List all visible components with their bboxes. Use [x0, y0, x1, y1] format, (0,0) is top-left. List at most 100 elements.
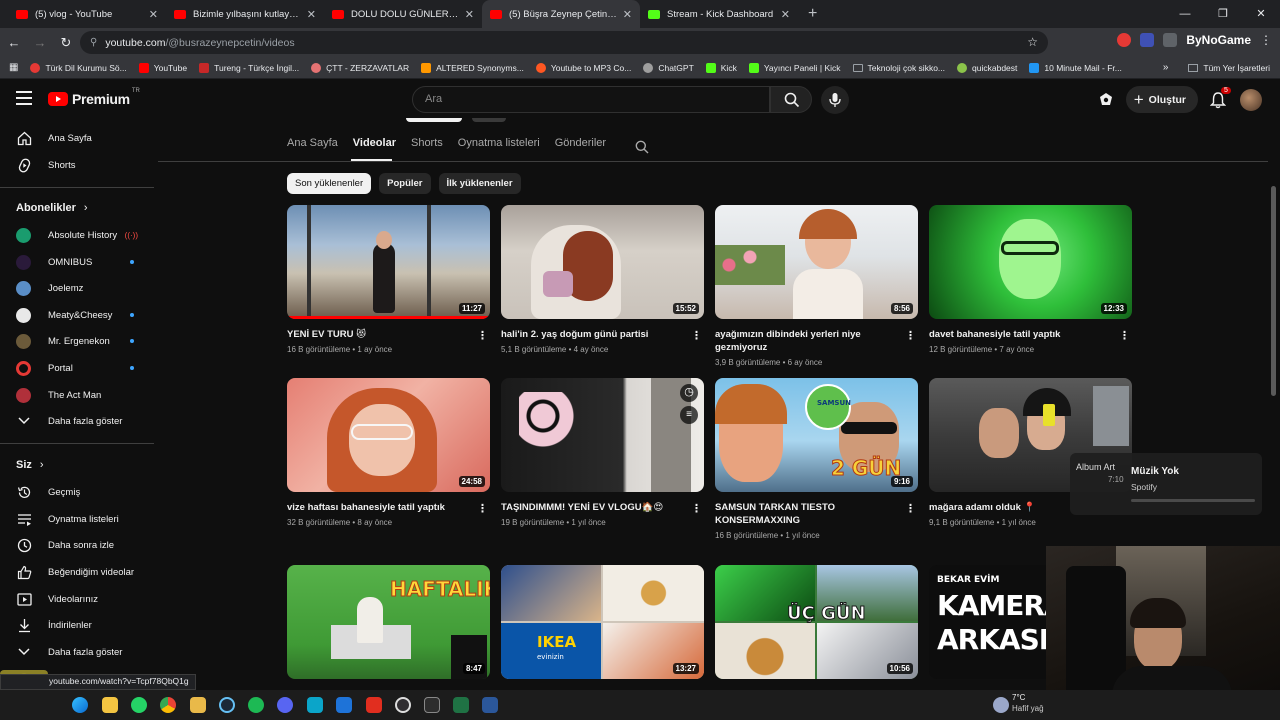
sidebar-item-shorts[interactable]: Shorts [16, 152, 146, 178]
video-title[interactable]: YENİ EV TURU 😻 [287, 328, 490, 341]
you-header[interactable]: Siz › [16, 459, 44, 471]
video-card[interactable]: 15:52 hali'in 2. yaş doğum günü partisi … [501, 205, 704, 354]
bookmark-item[interactable]: Türk Dil Kurumu Sö... [30, 62, 127, 73]
folder-icon[interactable] [190, 697, 206, 713]
video-title[interactable]: vize haftası bahanesiyle tatil yaptık [287, 501, 490, 514]
show-more-subscriptions[interactable]: Daha fazla göster [16, 408, 146, 434]
video-thumbnail[interactable]: 15:52 [501, 205, 704, 319]
sidebar-item-history[interactable]: Geçmiş [16, 479, 146, 505]
whatsapp-icon[interactable] [131, 697, 147, 713]
chip-oldest[interactable]: İlk yüklenenler [438, 173, 521, 194]
subscriptions-header[interactable]: Abonelikler › [16, 202, 88, 214]
more-actions-icon[interactable]: ⋮ [691, 329, 702, 342]
menu-dots-icon[interactable]: ⋮ [1260, 33, 1272, 47]
more-actions-icon[interactable]: ⋮ [477, 329, 488, 342]
chevron-double-right-icon[interactable]: » [1163, 62, 1169, 73]
video-thumbnail[interactable]: 24:58 [287, 378, 490, 492]
close-tab-icon[interactable]: ✕ [781, 8, 790, 21]
word-icon[interactable] [482, 697, 498, 713]
video-thumbnail[interactable]: 12:33 [929, 205, 1132, 319]
bookmark-star-icon[interactable]: ☆ [1027, 35, 1038, 49]
notifications-button[interactable]: 5 [1209, 86, 1231, 109]
video-card[interactable]: IKEA evinizin 13:27 [501, 565, 704, 679]
video-card[interactable]: SAMSUN 2 GÜN 9:16 SAMSUN TARKAN TIESTO K… [715, 378, 918, 540]
bookmark-item[interactable]: quickabdest [957, 62, 1017, 73]
bookmark-item[interactable]: Tureng - Türkçe İngil... [199, 62, 299, 73]
voice-search-button[interactable] [821, 86, 849, 114]
video-title[interactable]: ayağımızın dibindeki yerleri niye gezmiy… [715, 328, 918, 354]
bookmark-item[interactable]: Youtube to MP3 Co... [535, 62, 631, 73]
obs-icon[interactable] [395, 697, 411, 713]
terminal-icon[interactable] [424, 697, 440, 713]
subscription-item[interactable]: OMNIBUS [16, 249, 146, 275]
excel-icon[interactable] [453, 697, 469, 713]
video-card[interactable]: 11:27 YENİ EV TURU 😻 16 B görüntüleme • … [287, 205, 490, 354]
youtube-premium-logo[interactable]: Premium TR [48, 88, 140, 107]
subscription-item[interactable]: Joelemz [16, 275, 146, 301]
video-card[interactable]: ◷ ≡ TAŞINDIMMM! YENİ EV VLOGU🏠😍 19 B gör… [501, 378, 704, 527]
discord-icon[interactable] [277, 697, 293, 713]
page-scrollbar[interactable] [1271, 186, 1276, 396]
subscription-item[interactable]: Absolute History ((·)) [16, 222, 146, 248]
channel-search-icon[interactable] [635, 140, 649, 154]
video-card[interactable]: ÜÇ GÜN 10:56 [715, 565, 918, 679]
search-input[interactable]: Ara [412, 86, 770, 113]
video-card[interactable]: HAFTALIK 8:47 [287, 565, 490, 679]
bookmark-folder[interactable]: Teknoloji çok sikko... [852, 63, 945, 73]
edge-icon[interactable] [72, 697, 88, 713]
subscription-item[interactable]: Mr. Ergenekon [16, 328, 146, 354]
bookmark-item[interactable]: ALTERED Synonyms... [421, 62, 524, 73]
cast-settings-icon[interactable] [1098, 92, 1114, 108]
add-to-queue-overlay-icon[interactable]: ≡ [680, 406, 698, 424]
extension-blue-icon[interactable] [1140, 33, 1155, 47]
close-tab-icon[interactable]: ✕ [465, 8, 474, 21]
more-actions-icon[interactable]: ⋮ [477, 502, 488, 515]
video-thumbnail[interactable]: ◷ ≡ [501, 378, 704, 492]
video-title[interactable]: hali'in 2. yaş doğum günü partisi [501, 328, 704, 341]
back-icon[interactable]: ← [2, 35, 26, 50]
tab-videos[interactable]: Videolar [353, 137, 396, 157]
mail-icon[interactable] [336, 697, 352, 713]
forward-icon[interactable]: → [28, 35, 52, 50]
account-avatar[interactable] [1240, 88, 1262, 111]
show-more-you[interactable]: Daha fazla göster [16, 639, 146, 665]
more-actions-icon[interactable]: ⋮ [691, 502, 702, 515]
tab-playlists[interactable]: Oynatma listeleri [458, 137, 540, 157]
maximize-icon[interactable]: ❐ [1204, 0, 1242, 28]
watch-later-overlay-icon[interactable]: ◷ [680, 384, 698, 402]
sidebar-item-watch-later[interactable]: Daha sonra izle [16, 532, 146, 558]
track-progress-bar[interactable] [1131, 499, 1255, 502]
taskbar-weather[interactable]: 7°C Hafif yağ [1012, 692, 1044, 714]
close-window-icon[interactable]: ✕ [1242, 0, 1280, 28]
sidebar-item-your-videos[interactable]: Videolarınız [16, 586, 146, 612]
video-thumbnail[interactable]: 11:27 [287, 205, 490, 319]
bookmark-item[interactable]: Kick [705, 62, 737, 73]
menu-icon[interactable] [16, 91, 32, 107]
video-card[interactable]: 12:33 davet bahanesiyle tatil yaptık 12 … [929, 205, 1132, 354]
sidebar-item-downloads[interactable]: İndirilenler [16, 612, 146, 638]
acrobat-icon[interactable] [366, 697, 382, 713]
browser-tab-active[interactable]: (5) Büşra Zeynep Çetin - YouTu ✕ [482, 0, 640, 28]
new-tab-button[interactable]: + [798, 0, 827, 28]
sidebar-item-playlists[interactable]: Oynatma listeleri [16, 506, 146, 532]
more-actions-icon[interactable]: ⋮ [905, 502, 916, 515]
tab-shorts[interactable]: Shorts [411, 137, 443, 157]
video-thumbnail[interactable]: SAMSUN 2 GÜN 9:16 [715, 378, 918, 492]
bookmark-item[interactable]: Yayıncı Paneli | Kick [748, 62, 841, 73]
steam-icon[interactable] [219, 697, 235, 713]
spotify-icon[interactable] [248, 697, 264, 713]
close-tab-icon[interactable]: ✕ [623, 8, 632, 21]
video-card[interactable]: 24:58 vize haftası bahanesiyle tatil yap… [287, 378, 490, 527]
minimize-icon[interactable]: — [1166, 0, 1204, 28]
video-thumbnail[interactable]: IKEA evinizin 13:27 [501, 565, 704, 679]
sidebar-item-liked-videos[interactable]: Beğendiğim videolar [16, 559, 146, 585]
reload-icon[interactable]: ↻ [54, 35, 78, 51]
chrome-icon[interactable] [160, 697, 176, 713]
tab-home[interactable]: Ana Sayfa [287, 137, 338, 157]
store-icon[interactable] [307, 697, 323, 713]
extension-red-icon[interactable] [1117, 33, 1132, 47]
tab-posts[interactable]: Gönderiler [555, 137, 606, 157]
subscription-item[interactable]: Meaty&Cheesy [16, 302, 146, 328]
more-actions-icon[interactable]: ⋮ [905, 329, 916, 342]
chip-popular[interactable]: Popüler [379, 173, 431, 194]
